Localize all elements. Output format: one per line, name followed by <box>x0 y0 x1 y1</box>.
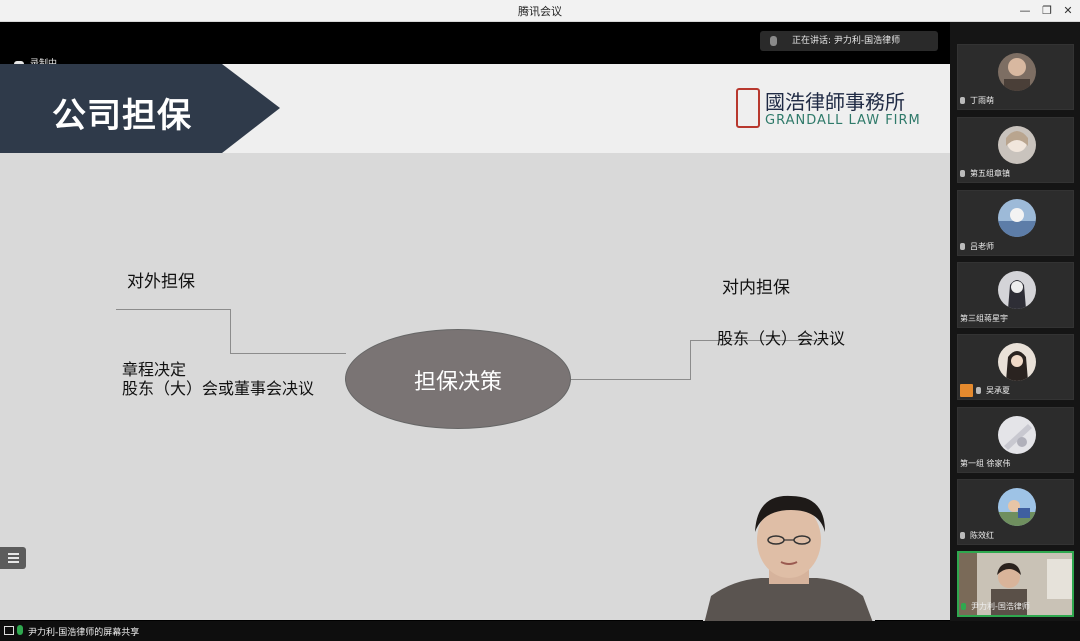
connector-line <box>690 340 691 380</box>
shared-screen-area: 正在讲话: 尹力利-国浩律师 录制中 公司担保 國浩律師事務所 GRANDALL… <box>0 22 950 628</box>
mic-active-icon <box>17 625 23 635</box>
slide-title: 公司担保 <box>52 96 192 136</box>
participant-tile[interactable]: 陈效红 <box>957 479 1074 545</box>
avatar <box>998 199 1036 237</box>
firm-seal-icon <box>736 88 760 128</box>
close-icon[interactable]: ✕ <box>1058 2 1078 20</box>
speaking-indicator: 正在讲话: 尹力利-国浩律师 <box>760 31 938 51</box>
member-list-button[interactable] <box>0 547 26 569</box>
participant-tile[interactable]: 第三组蒋星宇 <box>957 262 1074 328</box>
participant-name: 陈效红 <box>970 531 994 540</box>
avatar <box>998 488 1036 526</box>
share-status-text: 尹力利-国浩律师的屏幕共享 <box>28 628 140 638</box>
avatar <box>998 416 1036 454</box>
firm-logo-en: GRANDALL LAW FIRM <box>765 113 921 128</box>
presenter-video <box>703 488 875 628</box>
window-title: 腾讯会议 <box>518 5 562 18</box>
mic-muted-icon <box>960 97 965 104</box>
participant-name: 尹力利-国浩律师 <box>971 602 1030 611</box>
participant-tile[interactable]: 吴承夏 <box>957 334 1074 400</box>
title-bar: 腾讯会议 — ❐ ✕ <box>0 0 1080 22</box>
mic-muted-icon <box>960 532 965 539</box>
participant-tile[interactable]: 第五组章镇 <box>957 117 1074 183</box>
participant-name: 丁雨萌 <box>970 96 994 105</box>
restore-icon[interactable]: ❐ <box>1037 2 1057 20</box>
participant-name: 吴承夏 <box>986 386 1010 395</box>
participant-name: 第五组章镇 <box>970 169 1010 178</box>
participant-name: 第一组 徐家伟 <box>960 459 1011 468</box>
center-node: 担保决策 <box>345 329 571 429</box>
screen-share-icon <box>4 626 14 635</box>
avatar <box>998 53 1036 91</box>
left-line-2: 股东（大）会或董事会决议 <box>122 379 315 398</box>
connector-line <box>230 353 346 354</box>
mic-muted-icon <box>960 170 965 177</box>
participant-sidebar: 丁雨萌 第五组章镇 吕老师 第三组蒋星宇 吴承夏 第一组 徐家伟 陈效红 尹力利… <box>950 22 1080 627</box>
mic-icon <box>770 36 777 46</box>
participant-tile[interactable]: 第一组 徐家伟 <box>957 407 1074 473</box>
mic-muted-icon <box>976 387 981 394</box>
avatar <box>998 343 1036 381</box>
connector-line <box>230 309 231 354</box>
participant-tile[interactable]: 吕老师 <box>957 190 1074 256</box>
participant-tile[interactable]: 丁雨萌 <box>957 44 1074 110</box>
participant-tile-active[interactable]: 尹力利-国浩律师 <box>957 551 1074 617</box>
speaking-label: 正在讲话: 尹力利-国浩律师 <box>792 36 901 46</box>
connector-line <box>571 379 691 380</box>
mic-muted-icon <box>960 243 965 250</box>
right-heading: 对内担保 <box>722 278 790 298</box>
left-heading: 对外担保 <box>127 272 195 292</box>
minimize-icon[interactable]: — <box>1015 2 1035 20</box>
slide-header: 公司担保 國浩律師事務所 GRANDALL LAW FIRM <box>0 64 950 153</box>
share-status-bar: 尹力利-国浩律师的屏幕共享 <box>0 621 1080 641</box>
connector-line <box>116 309 231 310</box>
avatar <box>998 271 1036 309</box>
firm-logo-cn: 國浩律師事務所 <box>765 90 905 114</box>
user-icon <box>960 384 973 397</box>
center-node-label: 担保决策 <box>413 370 502 395</box>
avatar <box>998 126 1036 164</box>
right-line-1: 股东（大）会决议 <box>717 329 846 348</box>
participant-name: 第三组蒋星宇 <box>960 314 1008 323</box>
participant-name: 吕老师 <box>970 242 994 251</box>
mic-active-icon <box>961 603 966 610</box>
